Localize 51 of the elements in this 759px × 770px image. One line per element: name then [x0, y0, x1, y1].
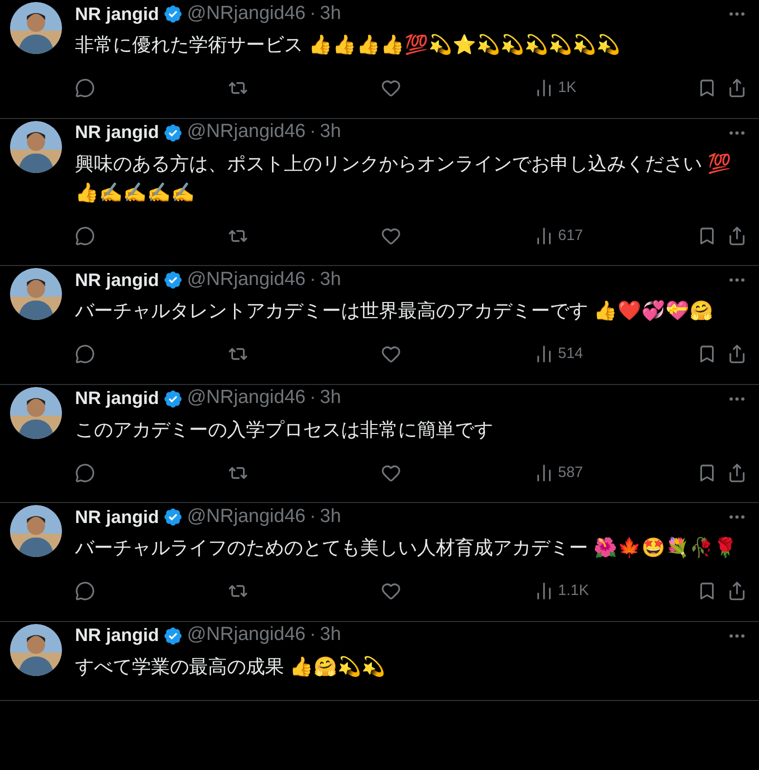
- author-name[interactable]: NR jangid: [75, 385, 159, 412]
- post-time[interactable]: 3h: [320, 266, 342, 294]
- author-name[interactable]: NR jangid: [75, 504, 159, 530]
- author-handle[interactable]: @NRjangid46: [187, 266, 306, 294]
- reply-icon[interactable]: [75, 77, 95, 100]
- views-button[interactable]: 617: [534, 224, 687, 247]
- separator-dot: ·: [310, 268, 316, 292]
- reply-icon[interactable]: [75, 462, 95, 484]
- author-handle[interactable]: @NRjangid46: [187, 118, 306, 147]
- author-handle[interactable]: @NRjangid46: [187, 621, 306, 650]
- reply-icon[interactable]: [75, 224, 95, 247]
- verified-badge-icon: [163, 388, 183, 408]
- share-icon[interactable]: [727, 581, 747, 602]
- views-button[interactable]: 1.1K: [534, 580, 687, 602]
- reply-icon[interactable]: [75, 343, 95, 366]
- separator-dot: ·: [310, 504, 316, 529]
- author-handle[interactable]: @NRjangid46: [187, 502, 306, 532]
- verified-badge-icon: [163, 626, 183, 646]
- views-button[interactable]: 587: [534, 462, 687, 484]
- post-text: バーチャルライフのためのとても美しい人材育成アカデミー 🌺🍁🤩💐🥀🌹: [75, 536, 738, 561]
- post-text: バーチャルタレントアカデミーは世界最高のアカデミーです 👍❤💞💝🤗: [75, 299, 714, 324]
- views-button[interactable]: 1K: [534, 77, 687, 100]
- author-name[interactable]: NR jangid: [75, 266, 159, 294]
- post-time[interactable]: 3h: [320, 0, 342, 28]
- verified-badge-icon: [163, 270, 183, 290]
- share-icon[interactable]: [727, 226, 747, 246]
- separator-dot: ·: [310, 386, 316, 410]
- post-text: 非常に優れた学術サービス 👍👍👍👍💯💫⭐💫💫💫💫💫💫: [75, 33, 622, 58]
- verified-badge-icon: [163, 4, 183, 24]
- post-text: すべて学業の最高の成果 👍🤗💫💫: [75, 655, 386, 680]
- separator-dot: ·: [310, 2, 316, 26]
- verified-badge-icon: [163, 122, 183, 142]
- post-time[interactable]: 3h: [320, 621, 342, 650]
- share-icon[interactable]: [727, 344, 747, 364]
- author-name[interactable]: NR jangid: [75, 119, 159, 146]
- share-icon[interactable]: [727, 78, 747, 98]
- post-text: 興味のある方は、ポスト上のリンクからオンラインでお申し込みください 💯👍✍✍✍✍: [75, 152, 732, 206]
- author-name[interactable]: NR jangid: [75, 622, 159, 649]
- post-text: このアカデミーの入学プロセスは非常に簡単です: [75, 418, 494, 442]
- reply-icon[interactable]: [75, 580, 95, 602]
- verified-badge-icon: [163, 507, 183, 527]
- separator-dot: ·: [310, 120, 316, 144]
- author-handle[interactable]: @NRjangid46: [187, 0, 306, 28]
- views-button[interactable]: 514: [534, 343, 687, 366]
- share-icon[interactable]: [727, 462, 747, 483]
- author-name[interactable]: NR jangid: [75, 0, 159, 28]
- post-time[interactable]: 3h: [320, 118, 342, 147]
- separator-dot: ·: [310, 623, 316, 648]
- author-handle[interactable]: @NRjangid46: [187, 384, 306, 413]
- post-time[interactable]: 3h: [320, 384, 342, 413]
- post-time[interactable]: 3h: [320, 502, 342, 532]
